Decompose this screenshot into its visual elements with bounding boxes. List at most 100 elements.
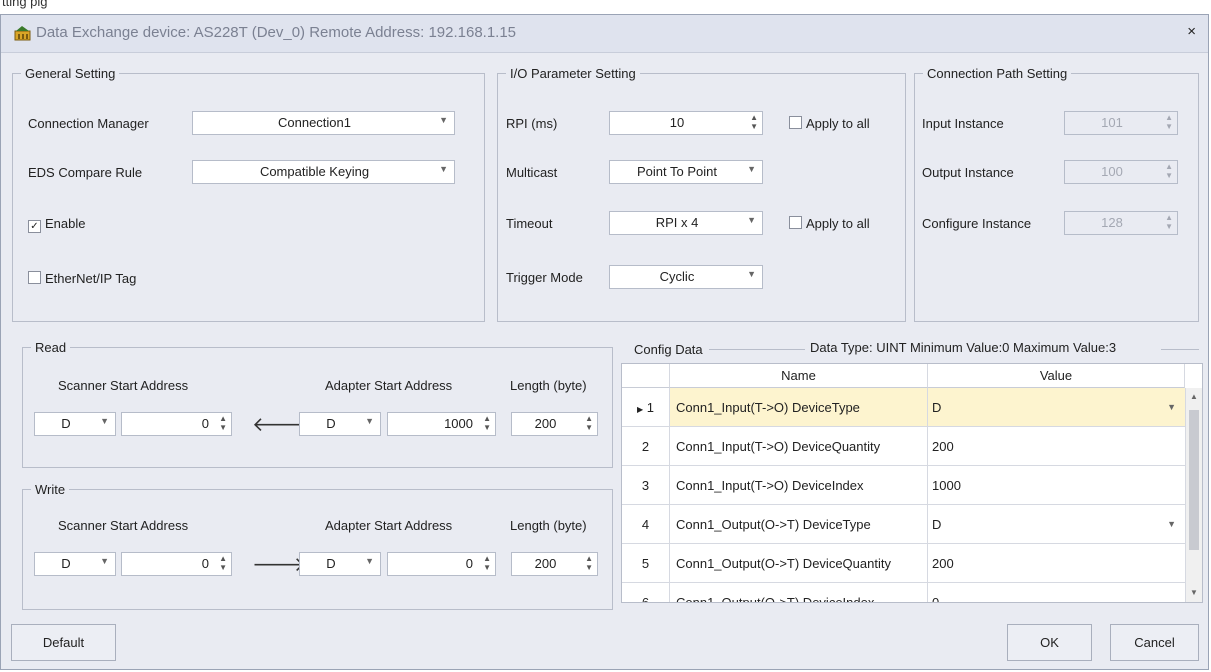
dialog-title: Data Exchange device: AS228T (Dev_0) Rem… <box>36 24 517 41</box>
spinner-arrows-icon: ▲ ▼ <box>1165 162 1173 180</box>
background-window-text: tting pig <box>2 0 48 9</box>
read-adapter-address-spinner[interactable]: 1000 ▲ ▼ <box>387 412 496 436</box>
write-adapter-address-spinner[interactable]: 0 ▲ ▼ <box>387 552 496 576</box>
config-data-line <box>709 349 805 350</box>
spinner-arrows-icon[interactable]: ▲ ▼ <box>219 414 227 432</box>
write-length-spinner[interactable]: 200 ▲ ▼ <box>511 552 598 576</box>
row-name: Conn1_Input(T->O) DeviceType <box>670 388 928 426</box>
connection-manager-value: Connection1 <box>278 115 351 130</box>
read-adapter-address-value: 1000 <box>444 416 473 431</box>
row-value-text: D <box>932 517 942 532</box>
row-index: 4 <box>622 505 670 543</box>
output-instance-label: Output Instance <box>922 165 1014 180</box>
title-bar: Data Exchange device: AS228T (Dev_0) Rem… <box>1 15 1208 53</box>
trigger-mode-select[interactable]: Cyclic ▼ <box>609 265 763 289</box>
table-row[interactable]: 5 Conn1_Output(O->T) DeviceQuantity 200 <box>622 544 1185 583</box>
write-adapter-device-value: D <box>326 556 336 571</box>
read-length-value: 200 <box>534 416 557 431</box>
row-value-text: D <box>932 400 942 415</box>
cancel-button[interactable]: Cancel <box>1110 624 1199 661</box>
spinner-arrows-icon[interactable]: ▲ ▼ <box>483 554 491 572</box>
write-scanner-start-label: Scanner Start Address <box>58 518 189 533</box>
row-name: Conn1_Input(T->O) DeviceIndex <box>670 466 928 504</box>
ethernet-ip-tag-checkbox[interactable]: EtherNet/IP Tag <box>28 271 136 286</box>
read-scanner-device-value: D <box>61 416 71 431</box>
configure-instance-value: 128 <box>1101 215 1123 230</box>
row-index: 3 <box>622 466 670 504</box>
eds-compare-rule-label: EDS Compare Rule <box>28 165 143 180</box>
read-adapter-device-select[interactable]: D ▼ <box>299 412 381 436</box>
timeout-select[interactable]: RPI x 4 ▼ <box>609 211 763 235</box>
config-data-line <box>1161 349 1199 350</box>
row-value[interactable]: 1000 <box>928 466 1185 504</box>
multicast-value: Point To Point <box>637 164 717 179</box>
table-row[interactable]: 2 Conn1_Input(T->O) DeviceQuantity 200 <box>622 427 1185 466</box>
eds-compare-rule-select[interactable]: Compatible Keying ▼ <box>192 160 455 184</box>
column-header-name[interactable]: Name <box>670 364 928 388</box>
row-value[interactable]: D ▼ <box>928 505 1185 543</box>
connection-manager-select[interactable]: Connection1 ▼ <box>192 111 455 135</box>
timeout-apply-to-all-checkbox[interactable]: Apply to all <box>789 216 870 231</box>
read-scanner-address-spinner[interactable]: 0 ▲ ▼ <box>121 412 232 436</box>
grid-corner <box>622 364 670 388</box>
read-adapter-start-label: Adapter Start Address <box>325 378 453 393</box>
input-instance-spinner: 101 ▲ ▼ <box>1064 111 1178 135</box>
ok-button[interactable]: OK <box>1007 624 1092 661</box>
rpi-label: RPI (ms) <box>506 116 558 131</box>
read-group: Read <box>22 340 613 468</box>
read-scanner-address-value: 0 <box>201 416 209 431</box>
scrollbar-thumb[interactable] <box>1189 410 1199 550</box>
chevron-down-icon[interactable]: ▼ <box>1167 505 1176 544</box>
input-instance-value: 101 <box>1101 115 1123 130</box>
connection-path-legend: Connection Path Setting <box>927 66 1068 81</box>
row-indicator-icon: ▶ <box>636 405 644 414</box>
read-scanner-start-label: Scanner Start Address <box>58 378 189 393</box>
grid-scrollbar[interactable]: ▲ ▼ <box>1185 388 1202 602</box>
table-row[interactable]: 4 Conn1_Output(O->T) DeviceType D ▼ <box>622 505 1185 544</box>
spinner-arrows-icon[interactable]: ▲ ▼ <box>750 113 758 131</box>
rpi-apply-to-all-checkbox[interactable]: Apply to all <box>789 116 870 131</box>
spinner-arrows-icon[interactable]: ▲ ▼ <box>219 554 227 572</box>
write-length-label: Length (byte) <box>510 518 587 533</box>
output-instance-value: 100 <box>1101 164 1123 179</box>
write-adapter-device-select[interactable]: D ▼ <box>299 552 381 576</box>
output-instance-spinner: 100 ▲ ▼ <box>1064 160 1178 184</box>
multicast-label: Multicast <box>506 165 558 180</box>
scroll-down-icon[interactable]: ▼ <box>1190 588 1198 597</box>
default-button[interactable]: Default <box>11 624 116 661</box>
read-length-spinner[interactable]: 200 ▲ ▼ <box>511 412 598 436</box>
row-value[interactable]: 200 <box>928 427 1185 465</box>
input-instance-label: Input Instance <box>922 116 1004 131</box>
chevron-down-icon[interactable]: ▼ <box>1167 388 1176 427</box>
close-icon[interactable]: × <box>1187 23 1196 40</box>
table-row[interactable]: ▶ 1 Conn1_Input(T->O) DeviceType D ▼ <box>622 388 1185 427</box>
column-header-value[interactable]: Value <box>928 364 1185 388</box>
table-row[interactable]: 6 Conn1_Output(O->T) DeviceIndex 0 <box>622 583 1185 602</box>
write-scanner-device-value: D <box>61 556 71 571</box>
config-data-grid[interactable]: Name Value ▶ 1 Conn1_Input(T->O) DeviceT… <box>621 363 1203 603</box>
connection-manager-label: Connection Manager <box>28 116 149 131</box>
write-scanner-device-select[interactable]: D ▼ <box>34 552 116 576</box>
table-row[interactable]: 3 Conn1_Input(T->O) DeviceIndex 1000 <box>622 466 1185 505</box>
configure-instance-spinner: 128 ▲ ▼ <box>1064 211 1178 235</box>
multicast-select[interactable]: Point To Point ▼ <box>609 160 763 184</box>
rpi-spinner[interactable]: 10 ▲ ▼ <box>609 111 763 135</box>
enable-checkbox[interactable]: ✓ Enable <box>28 216 85 233</box>
checkbox-unchecked-icon <box>28 271 41 284</box>
general-setting-legend: General Setting <box>25 66 116 81</box>
row-value[interactable]: D ▼ <box>928 388 1185 426</box>
row-index-number: 1 <box>646 400 654 415</box>
scroll-up-icon[interactable]: ▲ <box>1190 392 1198 401</box>
spinner-arrows-icon[interactable]: ▲ ▼ <box>483 414 491 432</box>
read-scanner-device-select[interactable]: D ▼ <box>34 412 116 436</box>
write-scanner-address-spinner[interactable]: 0 ▲ ▼ <box>121 552 232 576</box>
trigger-mode-value: Cyclic <box>659 269 695 284</box>
spinner-arrows-icon[interactable]: ▲ ▼ <box>585 554 593 572</box>
timeout-value: RPI x 4 <box>655 215 699 230</box>
row-value[interactable]: 200 <box>928 544 1185 582</box>
write-group: Write <box>22 482 613 610</box>
spinner-arrows-icon[interactable]: ▲ ▼ <box>585 414 593 432</box>
io-parameter-legend: I/O Parameter Setting <box>510 66 636 81</box>
timeout-label: Timeout <box>506 216 553 231</box>
row-value[interactable]: 0 <box>928 583 1185 602</box>
